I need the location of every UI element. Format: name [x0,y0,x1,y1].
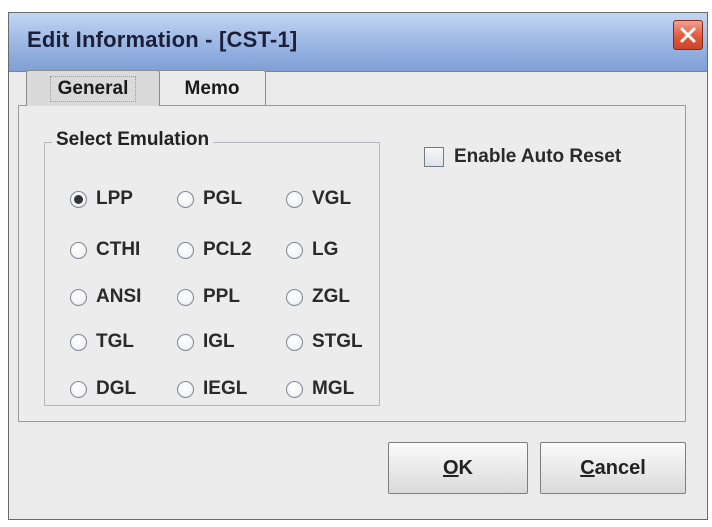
radio-button[interactable] [70,333,87,351]
ok-button[interactable]: OK [388,442,528,494]
select-emulation-label: Select Emulation [52,129,214,151]
select-emulation-group [44,142,380,406]
radio-lg[interactable]: LG [286,239,338,261]
cancel-button[interactable]: Cancel [540,442,686,494]
radio-lpp[interactable]: LPP [70,188,133,210]
radio-label: VGL [312,188,352,209]
radio-cthi[interactable]: CTHI [70,239,140,261]
radio-ansi[interactable]: ANSI [70,286,141,308]
radio-label: IGL [203,331,235,352]
radio-label: DGL [96,378,137,399]
radio-label: LG [312,239,339,260]
radio-button[interactable] [70,288,87,306]
title-bar[interactable]: Edit Information - [CST-1] [9,13,707,72]
radio-iegl[interactable]: IEGL [177,378,247,400]
radio-label: PPL [203,286,240,307]
radio-button[interactable] [70,380,87,398]
tab-memo-label: Memo [184,77,240,99]
radio-pcl2[interactable]: PCL2 [177,239,252,261]
radio-vgl[interactable]: VGL [286,188,351,210]
radio-igl[interactable]: IGL [177,331,235,353]
radio-button[interactable] [286,380,303,398]
close-button[interactable] [673,20,703,50]
radio-button[interactable] [70,190,87,208]
enable-auto-reset-label: Enable Auto Reset [454,146,622,167]
ok-label-rest: K [458,456,473,479]
radio-label: TGL [96,331,134,352]
enable-auto-reset-checkbox[interactable] [424,147,444,167]
radio-button[interactable] [286,241,303,259]
radio-button[interactable] [286,190,303,208]
radio-zgl[interactable]: ZGL [286,286,350,308]
radio-button[interactable] [70,241,87,259]
radio-tgl[interactable]: TGL [70,331,134,353]
radio-button[interactable] [177,288,194,306]
radio-button[interactable] [177,380,194,398]
radio-stgl[interactable]: STGL [286,331,363,353]
radio-label: PCL2 [203,239,252,260]
radio-label: IEGL [203,378,248,399]
radio-button[interactable] [177,241,194,259]
radio-label: LPP [96,188,133,209]
radio-label: ANSI [96,286,142,307]
radio-dgl[interactable]: DGL [70,378,136,400]
radio-mgl[interactable]: MGL [286,378,354,400]
radio-button[interactable] [177,333,194,351]
tab-memo[interactable]: Memo [158,70,266,106]
cancel-mnemonic: C [580,456,595,479]
radio-label: ZGL [312,286,350,307]
tab-general-label: General [49,75,137,102]
enable-auto-reset[interactable]: Enable Auto Reset [424,146,621,168]
radio-button[interactable] [286,288,303,306]
cancel-label-rest: ancel [594,456,646,479]
radio-pgl[interactable]: PGL [177,188,242,210]
radio-label: CTHI [96,239,141,260]
radio-label: MGL [312,378,355,399]
radio-button[interactable] [286,333,303,351]
radio-label: PGL [203,188,243,209]
radio-label: STGL [312,331,363,352]
radio-ppl[interactable]: PPL [177,286,240,308]
tab-general[interactable]: General [26,70,160,106]
close-icon [680,27,696,43]
dialog-title: Edit Information - [CST-1] [27,27,298,52]
radio-button[interactable] [177,190,194,208]
ok-mnemonic: O [442,456,459,479]
